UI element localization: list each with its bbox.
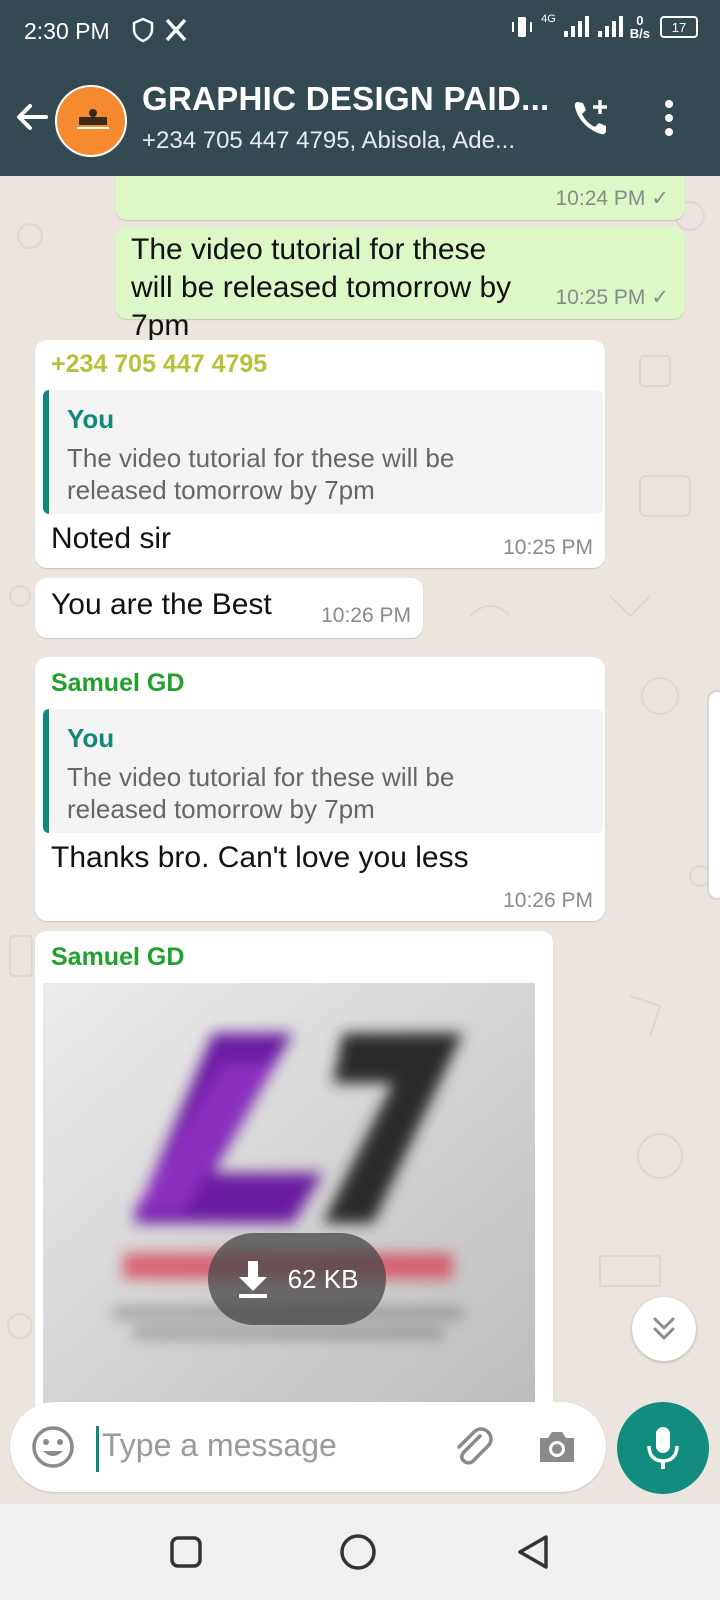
message-text: Thanks bro. Can't love you less [51, 841, 469, 874]
nav-home-icon [340, 1534, 376, 1570]
text-cursor [96, 1426, 99, 1472]
signal-icon-2 [597, 16, 623, 37]
message-time: 10:26 PM [321, 604, 411, 627]
status-bar: 2:30 PM 4G 0 B/s 17 [0, 0, 720, 64]
quoted-author: You [67, 723, 115, 753]
net-speed-unit: B/s [629, 26, 650, 41]
more-options-button[interactable] [662, 98, 676, 143]
net-speed: 0 B/s [630, 14, 650, 40]
shield-icon [132, 17, 154, 43]
message-outgoing[interactable]: 10:24 PM ✓ [115, 176, 685, 220]
recents-button[interactable] [170, 1536, 202, 1573]
system-nav-bar [0, 1504, 720, 1600]
download-icon [238, 1261, 267, 1298]
edge-panel-handle[interactable] [707, 690, 720, 900]
add-call-button[interactable] [570, 96, 614, 145]
battery-icon: 17 [660, 16, 698, 38]
quoted-author: You [67, 404, 115, 434]
call-add-icon [574, 100, 607, 135]
x-icon [165, 18, 187, 42]
avatar-logo [77, 109, 109, 129]
message-time: 10:24 PM [555, 187, 646, 210]
emoji-button[interactable] [30, 1424, 76, 1475]
message-sender[interactable]: Samuel GD [51, 669, 184, 698]
signal-icon [563, 16, 589, 37]
network-type: 4G [541, 13, 556, 25]
mic-icon [647, 1427, 679, 1469]
emoji-icon [32, 1426, 74, 1468]
voice-message-button[interactable] [617, 1402, 709, 1494]
camera-button[interactable] [534, 1424, 580, 1475]
message-input[interactable]: Type a message [102, 1427, 337, 1464]
battery-level: 17 [671, 19, 687, 35]
chat-header: GRAPHIC DESIGN PAID... +234 705 447 4795… [0, 64, 720, 176]
camera-icon [540, 1432, 574, 1462]
message-text: The video tutorial for these will be rel… [131, 233, 512, 342]
message-sender[interactable]: +234 705 447 4795 [51, 350, 267, 379]
quoted-text: The video tutorial for these will be rel… [67, 443, 455, 505]
home-button[interactable] [340, 1534, 376, 1575]
chat-title[interactable]: GRAPHIC DESIGN PAID... [142, 80, 550, 118]
message-outgoing[interactable]: The video tutorial for these will be rel… [115, 227, 685, 342]
back-nav-button[interactable] [516, 1534, 550, 1575]
more-vert-icon [665, 100, 673, 136]
blurred-image [43, 983, 535, 1403]
download-size: 62 KB [287, 1263, 359, 1294]
download-button[interactable]: 62 KB [208, 1233, 386, 1325]
quoted-message[interactable]: You The video tutorial for these will be… [43, 390, 603, 514]
vibrate-icon [512, 17, 533, 37]
nav-back-icon [518, 1535, 548, 1569]
message-incoming[interactable]: Samuel GD You The video tutorial for the… [35, 657, 605, 921]
quoted-message[interactable]: You The video tutorial for these will be… [43, 709, 603, 833]
chat-participants[interactable]: +234 705 447 4795, Abisola, Ade... [142, 127, 515, 155]
message-incoming-image[interactable]: Samuel GD 62 KB [35, 931, 553, 1406]
back-button[interactable] [12, 97, 52, 142]
attach-button[interactable] [450, 1424, 496, 1475]
message-incoming[interactable]: +234 705 447 4795 You The video tutorial… [35, 340, 605, 568]
message-sender[interactable]: Samuel GD [51, 943, 184, 972]
status-right-icons: 4G 0 B/s 17 [509, 13, 698, 40]
image-preview[interactable]: 62 KB [43, 983, 535, 1403]
back-arrow-icon [17, 104, 48, 130]
check-icon: ✓ [651, 286, 669, 309]
nav-recents-icon [170, 1536, 202, 1568]
message-time-row: 10:25 PM ✓ [556, 285, 670, 310]
message-text: Noted sir [51, 522, 172, 555]
message-time: 10:25 PM [503, 536, 593, 559]
status-time: 2:30 PM [24, 18, 110, 44]
message-text: You are the Best [51, 588, 272, 621]
message-time: 10:26 PM [503, 889, 593, 912]
quoted-text: The video tutorial for these will be rel… [67, 762, 455, 824]
chat-area[interactable]: 10:24 PM ✓ The video tutorial for these w… [0, 176, 720, 1406]
check-icon: ✓ [651, 187, 669, 210]
message-time: 10:25 PM [555, 286, 646, 309]
message-composer[interactable]: Type a message [10, 1402, 606, 1492]
double-chevron-down-icon [653, 1317, 675, 1340]
message-time-row: 10:24 PM ✓ [556, 186, 670, 211]
group-avatar[interactable] [55, 85, 127, 157]
attach-icon [457, 1427, 493, 1465]
message-incoming[interactable]: You are the Best 10:26 PM [35, 578, 423, 638]
scroll-to-bottom-button[interactable] [632, 1297, 696, 1361]
status-left-icons [132, 17, 188, 43]
